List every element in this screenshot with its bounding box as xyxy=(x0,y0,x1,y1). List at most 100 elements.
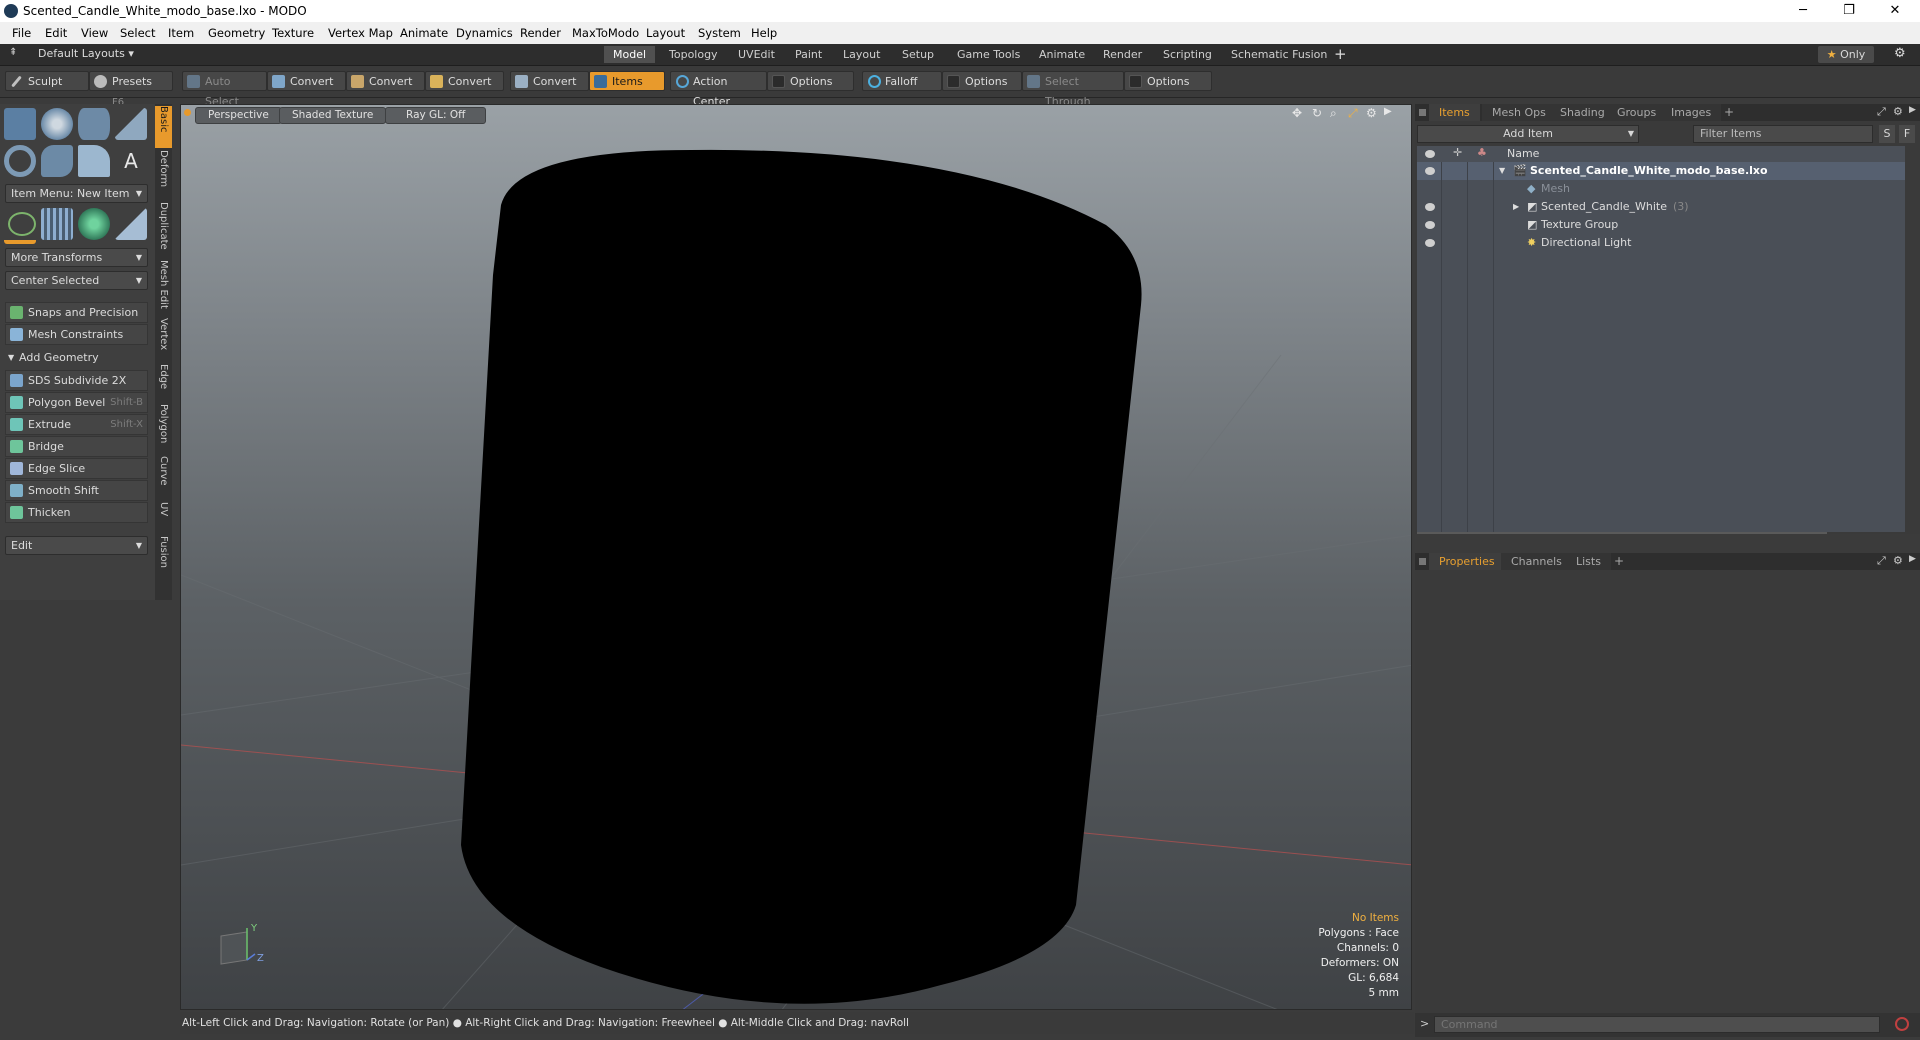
extrude-button[interactable]: Extrude Shift-X xyxy=(5,414,148,435)
tab-render[interactable]: Render xyxy=(1094,46,1151,63)
expand-triangle-icon[interactable]: ▼ xyxy=(1499,162,1505,180)
grid-transform-icon[interactable] xyxy=(41,208,73,240)
menu-texture[interactable]: Texture xyxy=(272,26,314,40)
convert-edges-button[interactable]: Convert xyxy=(346,71,425,91)
3d-viewport[interactable]: Y Z Perspective Shaded Texture Ray GL: O… xyxy=(180,104,1412,1010)
tab-groups[interactable]: Groups xyxy=(1607,104,1667,121)
restore-button[interactable]: ❐ xyxy=(1826,0,1872,22)
items-mode-button[interactable]: Items xyxy=(589,71,665,91)
center-selected-dropdown[interactable]: Center Selected ▼ xyxy=(5,271,148,290)
tree-row-scene[interactable]: ▼ 🎬 Scented_Candle_White_modo_base.lxo xyxy=(1417,162,1905,180)
visibility-eye-icon[interactable] xyxy=(1425,167,1435,175)
vtab-polygon[interactable]: Polygon xyxy=(155,404,172,454)
minimize-button[interactable]: ─ xyxy=(1780,0,1826,22)
select-through-button[interactable]: Select Through xyxy=(1022,71,1124,108)
vtab-curve[interactable]: Curve xyxy=(155,456,172,496)
panel-expand-icon[interactable]: ⤢ xyxy=(1877,105,1886,119)
menu-vertex-map[interactable]: Vertex Map xyxy=(328,26,393,40)
vtab-edge[interactable]: Edge xyxy=(155,364,172,398)
polygon-bevel-button[interactable]: Polygon Bevel Shift-B xyxy=(5,392,148,413)
panel-menu-icon[interactable] xyxy=(1419,109,1426,116)
auto-select-button[interactable]: Auto Select xyxy=(182,71,267,108)
collapse-icon[interactable]: ⇞ xyxy=(9,47,17,58)
menu-geometry[interactable]: Geometry xyxy=(208,26,265,40)
tab-scripting[interactable]: Scripting xyxy=(1154,46,1221,63)
convert-vertices-button[interactable]: Convert xyxy=(267,71,346,91)
transform-gizmo-icon[interactable] xyxy=(4,208,36,244)
viewport-settings-icon[interactable]: ⚙ xyxy=(1366,106,1377,120)
cylinder-primitive-icon[interactable] xyxy=(78,108,110,140)
mesh-constraints-button[interactable]: Mesh Constraints xyxy=(5,324,148,345)
vtab-duplicate[interactable]: Duplicate xyxy=(155,202,172,260)
command-input[interactable] xyxy=(1434,1016,1880,1033)
panel-expand-icon[interactable]: ⤢ xyxy=(1877,554,1886,568)
menu-item[interactable]: Item xyxy=(168,26,194,40)
horizontal-scrollbar[interactable] xyxy=(1417,532,1827,534)
select-through-options-button[interactable]: Options xyxy=(1124,71,1212,91)
tab-images[interactable]: Images xyxy=(1661,104,1722,121)
tab-layout[interactable]: Layout xyxy=(834,46,889,63)
bridge-button[interactable]: Bridge xyxy=(5,436,148,457)
tab-paint[interactable]: Paint xyxy=(786,46,831,63)
tab-topology[interactable]: Topology xyxy=(660,46,727,63)
pen-tool-icon[interactable] xyxy=(78,145,110,177)
tab-animate[interactable]: Animate xyxy=(1030,46,1094,63)
thicken-button[interactable]: Thicken xyxy=(5,502,148,523)
capsule-primitive-icon[interactable] xyxy=(41,145,73,177)
vtab-deform[interactable]: Deform xyxy=(155,150,172,200)
sphere-primitive-icon[interactable] xyxy=(41,108,73,140)
menu-file[interactable]: File xyxy=(12,26,31,40)
only-toggle[interactable]: ★ Only xyxy=(1818,46,1874,63)
record-macro-icon[interactable] xyxy=(1895,1017,1909,1031)
menu-layout[interactable]: Layout xyxy=(646,26,685,40)
menu-render[interactable]: Render xyxy=(520,26,561,40)
menu-view[interactable]: View xyxy=(81,26,108,40)
falloff-options-button[interactable]: Options xyxy=(942,71,1022,91)
scale-gizmo-icon[interactable] xyxy=(115,208,147,240)
tab-setup[interactable]: Setup xyxy=(893,46,943,63)
vtab-mesh-edit[interactable]: Mesh Edit xyxy=(155,260,172,316)
add-geometry-section[interactable]: ▼ Add Geometry xyxy=(5,348,148,367)
tab-uvedit[interactable]: UVEdit xyxy=(729,46,784,63)
add-item-dropdown[interactable]: Add Item ▼ xyxy=(1417,125,1639,143)
filter-items-input[interactable]: Filter Items xyxy=(1693,125,1873,143)
fit-view-icon[interactable]: ⤢ xyxy=(1348,106,1358,121)
panel-gear-icon[interactable]: ⚙ xyxy=(1893,554,1903,567)
visibility-eye-icon[interactable] xyxy=(1425,221,1435,229)
vtab-vertex[interactable]: Vertex xyxy=(155,318,172,362)
vtab-uv[interactable]: UV xyxy=(155,502,172,524)
tab-properties[interactable]: Properties xyxy=(1429,553,1505,570)
falloff-button[interactable]: Falloff xyxy=(862,71,942,91)
snaps-precision-button[interactable]: Snaps and Precision xyxy=(5,302,148,323)
panel-menu-icon[interactable] xyxy=(1419,558,1426,565)
vtab-fusion[interactable]: Fusion xyxy=(155,536,172,576)
visibility-eye-icon[interactable] xyxy=(1425,239,1435,247)
rotate-gizmo-icon[interactable] xyxy=(78,208,110,240)
tab-lists[interactable]: Lists xyxy=(1566,553,1611,570)
presets-button[interactable]: Presets F6 xyxy=(89,71,173,108)
sds-subdivide-button[interactable]: SDS Subdivide 2X xyxy=(5,370,148,391)
expand-triangle-icon[interactable]: ▶ xyxy=(1513,198,1519,216)
item-menu-dropdown[interactable]: Item Menu: New Item ▼ xyxy=(5,184,148,203)
tab-shading[interactable]: Shading xyxy=(1550,104,1615,121)
close-button[interactable]: ✕ xyxy=(1872,0,1918,22)
menu-system[interactable]: System xyxy=(698,26,741,40)
tab-channels[interactable]: Channels xyxy=(1501,553,1572,570)
add-panel-tab-button[interactable]: + xyxy=(1614,554,1624,568)
tab-model[interactable]: Model xyxy=(604,46,656,63)
panel-arrow-icon[interactable]: ▶ xyxy=(1909,105,1916,115)
convert-polygons-button[interactable]: Convert xyxy=(425,71,504,91)
pan-icon[interactable]: ✥ xyxy=(1292,106,1302,120)
sculpt-button[interactable]: Sculpt xyxy=(5,71,89,91)
text-tool-icon[interactable]: A xyxy=(115,145,147,177)
menu-edit[interactable]: Edit xyxy=(45,26,67,40)
menu-select[interactable]: Select xyxy=(120,26,155,40)
add-panel-tab-button[interactable]: + xyxy=(1724,105,1734,119)
edit-dropdown[interactable]: Edit ▼ xyxy=(5,536,148,555)
shading-mode-button[interactable]: Shaded Texture xyxy=(279,107,387,124)
tree-row-directional-light[interactable]: ✸ Directional Light xyxy=(1417,234,1905,252)
add-layout-tab-button[interactable]: + xyxy=(1334,45,1347,63)
torus-primitive-icon[interactable] xyxy=(4,145,36,177)
filter-mode-f-button[interactable]: F xyxy=(1899,125,1915,143)
default-layouts-dropdown[interactable]: Default Layouts ▾ xyxy=(38,47,134,60)
